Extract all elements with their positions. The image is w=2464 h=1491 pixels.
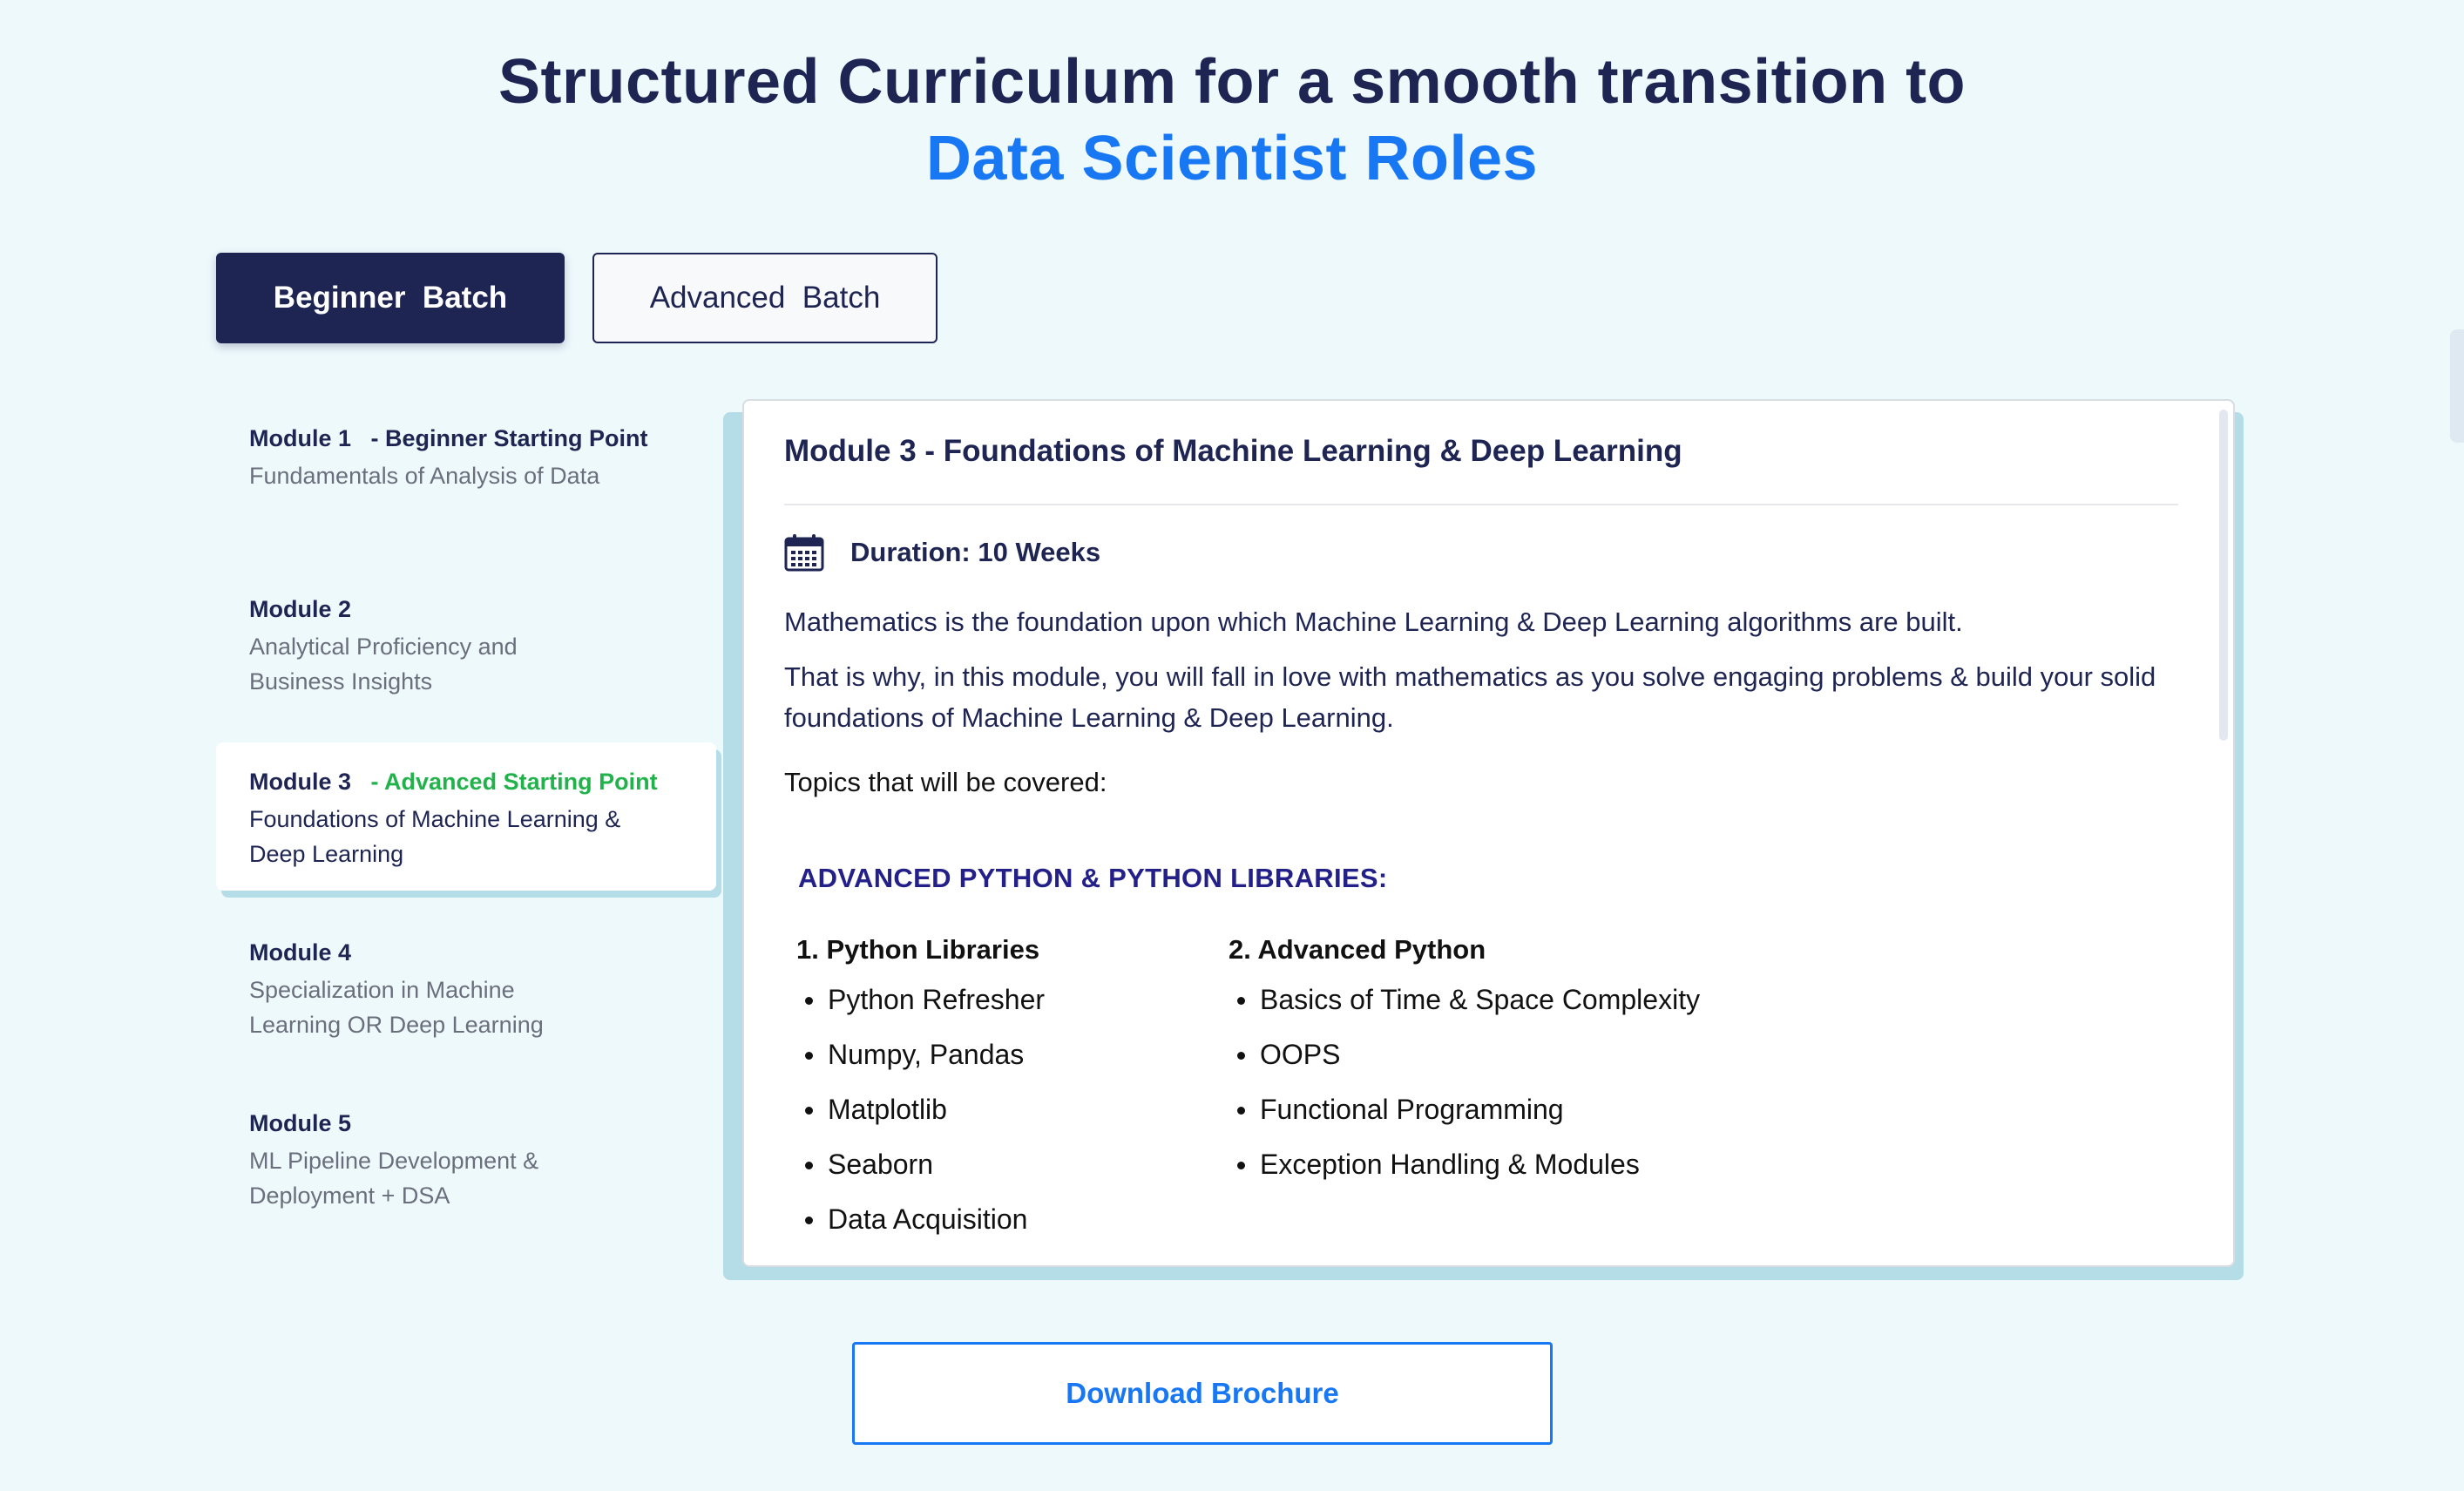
duration-row: Duration: 10 Weeks	[784, 533, 1100, 572]
list-item: OOPS	[1236, 1027, 1700, 1082]
topics-label: Topics that will be covered:	[784, 767, 1107, 797]
module-4-subtitle: Specialization in Machine Learning OR De…	[249, 977, 544, 1038]
list-item: Exception Handling & Modules	[1236, 1137, 1700, 1192]
duration-label: Duration: 10 Weeks	[850, 537, 1101, 567]
list-item: Seaborn	[804, 1137, 1045, 1192]
heading-line-2: Data Scientist Roles	[925, 124, 1539, 193]
module-2-title: Module 2	[249, 596, 352, 622]
module-detail-card: Module 3 - Foundations of Machine Learni…	[742, 399, 2235, 1267]
list-item: Numpy, Pandas	[804, 1027, 1045, 1082]
calendar-icon	[784, 534, 824, 572]
download-brochure-button[interactable]: Download Brochure	[852, 1342, 1553, 1445]
page-scrollbar[interactable]	[2450, 329, 2464, 443]
module-2-subtitle: Analytical Proficiency and Business Insi…	[249, 634, 518, 695]
topic-column-1: 1. Python Libraries Python Refresher Num…	[796, 932, 1045, 1247]
module-item-3[interactable]: Module 3 - Advanced Starting Point Found…	[216, 742, 716, 891]
module-item-4[interactable]: Module 4 Specialization in Machine Learn…	[216, 913, 582, 1042]
module-5-subtitle: ML Pipeline Development & Deployment + D…	[249, 1148, 539, 1209]
section-heading: ADVANCED PYTHON & PYTHON LIBRARIES:	[798, 863, 1388, 893]
module-3-subtitle: Foundations of Machine Learning & Deep L…	[249, 806, 621, 867]
module-1-tag: - Beginner Starting Point	[370, 425, 648, 451]
advanced-batch-tab[interactable]: Advanced Batch	[592, 253, 938, 343]
description-paragraph-1: Mathematics is the foundation upon which…	[784, 607, 1963, 637]
module-item-1[interactable]: Module 1 - Beginner Starting Point Funda…	[216, 399, 716, 493]
heading-line-1: Structured Curriculum for a smooth trans…	[498, 47, 1966, 117]
module-item-2[interactable]: Module 2 Analytical Proficiency and Busi…	[216, 570, 565, 699]
module-3-title: Module 3 - Advanced Starting Point	[249, 769, 658, 795]
module-5-title: Module 5	[249, 1110, 352, 1136]
detail-title: Module 3 - Foundations of Machine Learni…	[784, 434, 1682, 468]
list-item: Matplotlib	[804, 1082, 1045, 1137]
page-heading: Structured Curriculum for a smooth trans…	[0, 44, 2464, 197]
list-item: Data Acquisition	[804, 1192, 1045, 1247]
column-2-heading: 2. Advanced Python	[1229, 934, 1486, 965]
description-paragraph-2: That is why, in this module, you will fa…	[784, 661, 2156, 733]
module-item-5[interactable]: Module 5 ML Pipeline Development & Deplo…	[216, 1084, 582, 1213]
beginner-batch-tab[interactable]: Beginner Batch	[216, 253, 565, 343]
list-item: Basics of Time & Space Complexity	[1236, 973, 1700, 1027]
module-3-tag: - Advanced Starting Point	[370, 769, 658, 795]
module-1-subtitle: Fundamentals of Analysis of Data	[249, 463, 600, 489]
module-1-title: Module 1 - Beginner Starting Point	[249, 425, 648, 451]
list-item: Functional Programming	[1236, 1082, 1700, 1137]
card-scrollbar[interactable]	[2219, 410, 2228, 741]
column-1-heading: 1. Python Libraries	[796, 934, 1040, 965]
detail-divider	[784, 504, 2178, 505]
topic-column-2: 2. Advanced Python Basics of Time & Spac…	[1229, 932, 1700, 1192]
module-4-title: Module 4	[249, 939, 352, 966]
list-item: Python Refresher	[804, 973, 1045, 1027]
